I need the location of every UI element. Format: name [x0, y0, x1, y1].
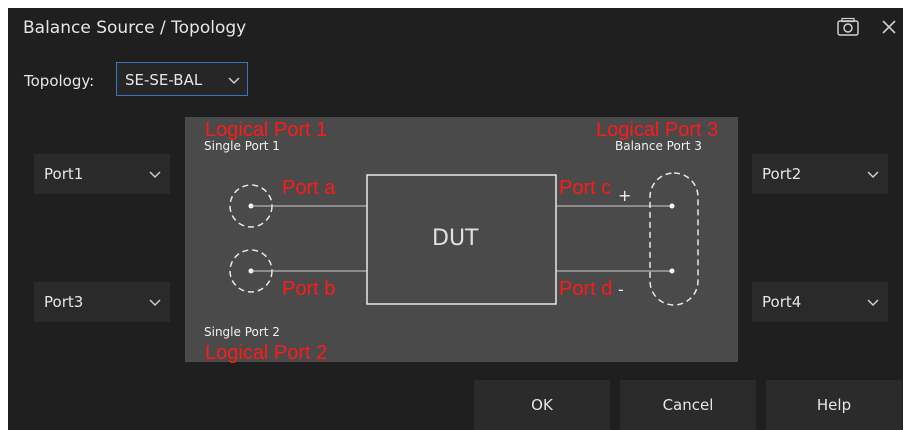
- port-d-node: [669, 268, 675, 274]
- topology-diagram: Logical Port 1 Single Port 1 Logical Por…: [185, 117, 738, 364]
- single-port-1-label: Single Port 1: [204, 139, 280, 153]
- dut-label: DUT: [432, 226, 479, 251]
- port-select-value: Port3: [44, 293, 84, 311]
- chevron-down-icon: [149, 171, 161, 179]
- help-button[interactable]: Help: [766, 380, 902, 430]
- port-select-bottom-left[interactable]: Port3: [34, 282, 170, 322]
- port-select-top-right[interactable]: Port2: [752, 154, 888, 194]
- port-c-node: [669, 203, 675, 209]
- logical-port-3-label: Logical Port 3: [596, 119, 719, 141]
- chevron-down-icon: [228, 77, 240, 85]
- chevron-down-icon: [149, 299, 161, 307]
- ok-button[interactable]: OK: [474, 380, 610, 430]
- topology-value: SE-SE-BAL: [125, 71, 203, 89]
- port-select-bottom-right[interactable]: Port4: [752, 282, 888, 322]
- port-a-label: Port a: [282, 177, 336, 199]
- logical-port-1-label: Logical Port 1: [205, 119, 328, 141]
- camera-icon[interactable]: [836, 17, 860, 37]
- port-select-value: Port2: [762, 165, 802, 183]
- chevron-down-icon: [867, 299, 879, 307]
- topology-label: Topology:: [24, 72, 95, 90]
- cancel-button[interactable]: Cancel: [620, 380, 756, 430]
- port-b-label: Port b: [282, 278, 336, 300]
- port-select-value: Port1: [44, 165, 84, 183]
- minus-sign: -: [618, 280, 624, 299]
- title-bar: Balance Source / Topology: [8, 8, 903, 48]
- single-port-2-label: Single Port 2: [204, 325, 280, 339]
- plus-sign: +: [618, 186, 632, 205]
- port-d-label: Port d: [559, 278, 613, 300]
- chevron-down-icon: [867, 171, 879, 179]
- port-select-value: Port4: [762, 293, 802, 311]
- dialog-title: Balance Source / Topology: [23, 18, 247, 38]
- port-select-top-left[interactable]: Port1: [34, 154, 170, 194]
- port-c-label: Port c: [559, 177, 612, 199]
- balance-port-3-capsule: [649, 172, 699, 306]
- logical-port-2-label: Logical Port 2: [205, 342, 328, 364]
- balance-topology-dialog: Balance Source / Topology Topology: SE-S…: [8, 8, 903, 430]
- topology-select[interactable]: SE-SE-BAL: [116, 62, 248, 96]
- close-icon[interactable]: [880, 18, 898, 36]
- balance-port-3-label: Balance Port 3: [615, 139, 702, 153]
